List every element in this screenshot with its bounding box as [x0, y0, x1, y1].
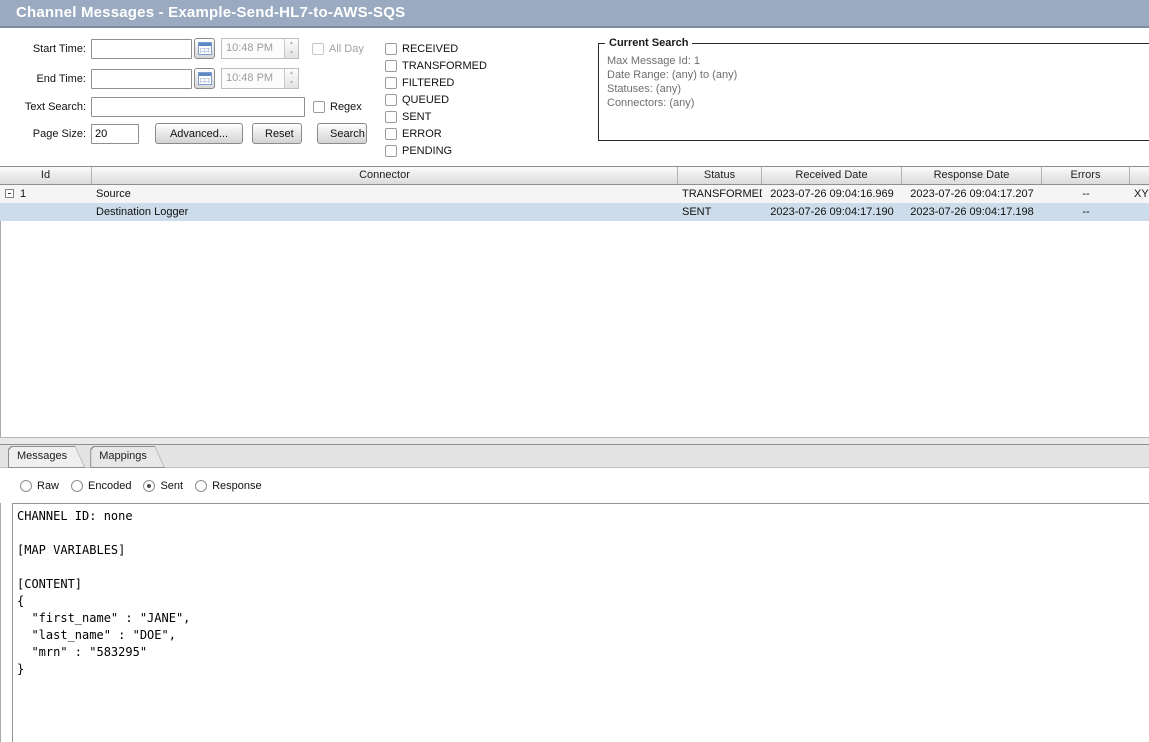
checkbox-icon — [385, 111, 397, 123]
checkbox-icon — [385, 145, 397, 157]
tab-mappings[interactable]: Mappings — [90, 446, 165, 468]
start-time-row: Start Time: 10:48 PM ▲▼ All Day — [0, 38, 364, 59]
cell-errors: -- — [1042, 203, 1130, 221]
page-title: Channel Messages - Example-Send-HL7-to-A… — [0, 0, 1149, 28]
all-day-label: All Day — [329, 43, 364, 55]
end-time-row: End Time: 10:48 PM ▲▼ — [0, 68, 299, 89]
filter-queued-checkbox[interactable]: QUEUED — [385, 91, 487, 108]
radio-selected-icon — [143, 480, 155, 492]
regex-checkbox[interactable]: Regex — [313, 101, 362, 113]
channel-messages-window: Channel Messages - Example-Send-HL7-to-A… — [0, 0, 1149, 742]
messages-table: Id Connector Status Received Date Respon… — [0, 166, 1149, 221]
status-filter-list: RECEIVED TRANSFORMED FILTERED QUEUED SEN… — [385, 40, 487, 159]
bottom-tab-strip: Messages Mappings — [0, 445, 1149, 468]
column-header-connector[interactable]: Connector — [92, 167, 678, 184]
radio-sent[interactable]: Sent — [143, 480, 183, 492]
cell-connector: Source — [92, 185, 678, 203]
start-time-label: Start Time: — [0, 43, 86, 55]
text-search-row: Text Search: Regex — [0, 96, 362, 117]
checkbox-icon — [385, 60, 397, 72]
radio-icon — [71, 480, 83, 492]
end-time-spinner[interactable]: ▲▼ — [284, 69, 298, 88]
end-time-label: End Time: — [0, 73, 86, 85]
cell-id: 1 — [0, 185, 92, 203]
all-day-checkbox[interactable]: All Day — [312, 43, 364, 55]
column-header-response-date[interactable]: Response Date — [902, 167, 1042, 184]
advanced-button[interactable]: Advanced... — [155, 123, 243, 144]
search-button[interactable]: Search — [317, 123, 367, 144]
checkbox-icon — [312, 43, 324, 55]
spinner-up-icon[interactable]: ▲ — [285, 69, 298, 79]
current-search-connectors: Connectors: (any) — [607, 96, 1149, 110]
column-header-extra[interactable] — [1130, 167, 1149, 184]
cell-id — [0, 203, 92, 221]
spinner-down-icon[interactable]: ▼ — [285, 79, 298, 89]
search-panel: Start Time: 10:48 PM ▲▼ All Day End Time… — [0, 28, 1149, 166]
table-row-destination-logger[interactable]: Destination Logger SENT 2023-07-26 09:04… — [0, 203, 1149, 221]
cell-received-date: 2023-07-26 09:04:17.190 — [762, 203, 902, 221]
cell-extra — [1130, 203, 1149, 221]
checkbox-icon — [385, 94, 397, 106]
cell-extra: XYZ_ — [1130, 185, 1149, 203]
filter-sent-checkbox[interactable]: SENT — [385, 108, 487, 125]
cell-response-date: 2023-07-26 09:04:17.207 — [902, 185, 1042, 203]
radio-encoded[interactable]: Encoded — [71, 480, 131, 492]
regex-label: Regex — [330, 101, 362, 113]
spinner-up-icon[interactable]: ▲ — [285, 39, 298, 49]
content-view-selector: Raw Encoded Sent Response — [0, 468, 1149, 503]
checkbox-icon — [313, 101, 325, 113]
spinner-down-icon[interactable]: ▼ — [285, 49, 298, 59]
cell-status: SENT — [678, 203, 762, 221]
filter-filtered-checkbox[interactable]: FILTERED — [385, 74, 487, 91]
current-search-date-range: Date Range: (any) to (any) — [607, 68, 1149, 82]
table-header-row: Id Connector Status Received Date Respon… — [0, 166, 1149, 185]
radio-response[interactable]: Response — [195, 480, 262, 492]
text-search-input[interactable] — [91, 97, 305, 117]
start-time-clock-field[interactable]: 10:48 PM ▲▼ — [221, 38, 299, 59]
filter-pending-checkbox[interactable]: PENDING — [385, 142, 487, 159]
cell-received-date: 2023-07-26 09:04:16.969 — [762, 185, 902, 203]
page-size-input[interactable] — [91, 124, 139, 144]
start-time-clock-value: 10:48 PM — [222, 39, 284, 58]
radio-icon — [20, 480, 32, 492]
cell-status: TRANSFORMED — [678, 185, 762, 203]
end-time-calendar-button[interactable] — [194, 68, 215, 89]
end-time-clock-field[interactable]: 10:48 PM ▲▼ — [221, 68, 299, 89]
message-content-area[interactable]: CHANNEL ID: none [MAP VARIABLES] [CONTEN… — [12, 503, 1149, 742]
start-time-calendar-button[interactable] — [194, 38, 215, 59]
filter-received-checkbox[interactable]: RECEIVED — [385, 40, 487, 57]
checkbox-icon — [385, 77, 397, 89]
checkbox-icon — [385, 43, 397, 55]
radio-icon — [195, 480, 207, 492]
column-header-received-date[interactable]: Received Date — [762, 167, 902, 184]
current-search-title: Current Search — [605, 37, 692, 49]
page-size-label: Page Size: — [0, 128, 86, 140]
current-search-max-id: Max Message Id: 1 — [607, 54, 1149, 68]
message-content-text: CHANNEL ID: none [MAP VARIABLES] [CONTEN… — [13, 504, 1149, 678]
calendar-icon — [198, 72, 212, 85]
reset-button[interactable]: Reset — [252, 123, 302, 144]
column-header-id[interactable]: Id — [0, 167, 92, 184]
table-row-source[interactable]: 1 Source TRANSFORMED 2023-07-26 09:04:16… — [0, 185, 1149, 203]
start-time-spinner[interactable]: ▲▼ — [284, 39, 298, 58]
column-header-errors[interactable]: Errors — [1042, 167, 1130, 184]
collapse-icon[interactable] — [5, 189, 14, 198]
current-search-panel: Current Search Max Message Id: 1 Date Ra… — [598, 43, 1149, 141]
text-search-label: Text Search: — [0, 101, 86, 113]
cell-errors: -- — [1042, 185, 1130, 203]
checkbox-icon — [385, 128, 397, 140]
start-time-input[interactable] — [91, 39, 192, 59]
radio-raw[interactable]: Raw — [20, 480, 59, 492]
cell-response-date: 2023-07-26 09:04:17.198 — [902, 203, 1042, 221]
end-time-clock-value: 10:48 PM — [222, 69, 284, 88]
cell-connector: Destination Logger — [92, 203, 678, 221]
tab-messages[interactable]: Messages — [8, 446, 85, 468]
filter-transformed-checkbox[interactable]: TRANSFORMED — [385, 57, 487, 74]
column-header-status[interactable]: Status — [678, 167, 762, 184]
current-search-statuses: Statuses: (any) — [607, 82, 1149, 96]
calendar-icon — [198, 42, 212, 55]
end-time-input[interactable] — [91, 69, 192, 89]
panel-splitter[interactable] — [0, 437, 1149, 445]
filter-error-checkbox[interactable]: ERROR — [385, 125, 487, 142]
